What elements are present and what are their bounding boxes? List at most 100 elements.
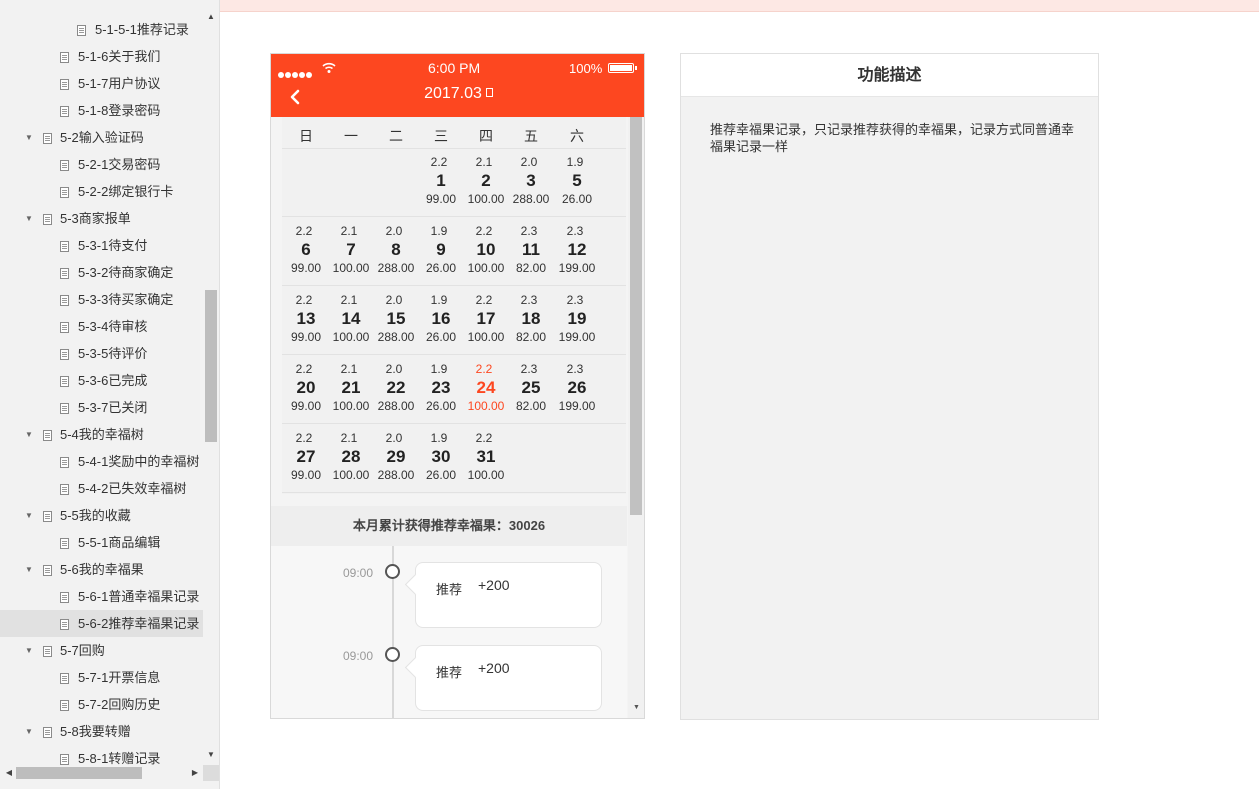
calendar-day[interactable]: 2.1 28 100.00 [328, 431, 374, 483]
calendar-day[interactable]: 2.3 18 82.00 [508, 293, 554, 345]
sidebar-item[interactable]: 5-1-6关于我们 [0, 43, 203, 70]
calendar-day[interactable]: 2.2 27 99.00 [283, 431, 329, 483]
sidebar-item[interactable]: 5-3-2待商家确定 [0, 259, 203, 286]
day-rate: 1.9 [430, 362, 448, 376]
sidebar-vertical-scrollbar[interactable]: ▲ ▼ [203, 0, 219, 765]
day-rate: 1.9 [430, 431, 448, 445]
weekday-label: 一 [344, 128, 358, 144]
scroll-down-arrow-icon[interactable]: ▼ [203, 748, 219, 762]
calendar-day[interactable]: 2.0 3 288.00 [508, 155, 554, 207]
calendar-day[interactable]: 2.2 1 99.00 [418, 155, 464, 207]
expand-arrow-icon[interactable]: ▼ [24, 718, 34, 745]
sidebar-item[interactable]: 5-7-2回购历史 [0, 691, 203, 718]
sidebar-item[interactable]: 5-3-1待支付 [0, 232, 203, 259]
sidebar-item[interactable]: ▼ 5-6我的幸福果 [0, 556, 203, 583]
page-icon [43, 214, 52, 225]
sidebar-item[interactable]: 5-3-5待评价 [0, 340, 203, 367]
sidebar-item[interactable]: 5-4-1奖励中的幸福树 [0, 448, 203, 475]
record-value: +200 [478, 577, 510, 593]
calendar-day[interactable]: 1.9 5 26.00 [554, 155, 600, 207]
day-number: 13 [296, 309, 316, 328]
calendar-day[interactable]: 2.2 31 100.00 [463, 431, 509, 483]
sidebar-item[interactable]: ▼ 5-7回购 [0, 637, 203, 664]
sidebar-item[interactable]: 5-2-2绑定银行卡 [0, 178, 203, 205]
record-value: +200 [478, 660, 510, 676]
status-time: 6:00 PM [428, 60, 481, 76]
calendar-day[interactable]: 2.2 20 99.00 [283, 362, 329, 414]
hscrollbar-thumb[interactable] [16, 767, 142, 779]
sidebar-item[interactable]: 5-2-1交易密码 [0, 151, 203, 178]
calendar-day[interactable]: 2.3 12 199.00 [554, 224, 600, 276]
sidebar-item[interactable]: 5-1-8登录密码 [0, 97, 203, 124]
expand-arrow-icon[interactable]: ▼ [24, 502, 34, 529]
sidebar-item[interactable]: 5-5-1商品编辑 [0, 529, 203, 556]
sidebar-item[interactable]: ▼ 5-2输入验证码 [0, 124, 203, 151]
day-number: 21 [341, 378, 361, 397]
day-rate: 2.3 [520, 293, 538, 307]
sidebar-item[interactable]: ▼ 5-5我的收藏 [0, 502, 203, 529]
sidebar-item[interactable]: 5-3-6已完成 [0, 367, 203, 394]
day-rate: 2.0 [385, 293, 403, 307]
sidebar-item[interactable]: 5-6-2推荐幸福果记录 [0, 610, 203, 637]
sidebar-item[interactable]: 5-8-1转赠记录 [0, 745, 203, 765]
sidebar-item[interactable]: ▼ 5-4我的幸福树 [0, 421, 203, 448]
expand-arrow-icon[interactable]: ▼ [24, 421, 34, 448]
sidebar-item[interactable]: 5-7-1开票信息 [0, 664, 203, 691]
scroll-left-arrow-icon[interactable]: ◀ [2, 765, 16, 781]
calendar-day[interactable]: 2.0 8 288.00 [373, 224, 419, 276]
calendar-day-today[interactable]: 2.2 24 100.00 [463, 362, 509, 414]
calendar-day[interactable]: 2.2 10 100.00 [463, 224, 509, 276]
scroll-up-arrow-icon[interactable]: ▲ [203, 10, 219, 24]
record-card[interactable]: 推荐 +200 [415, 645, 602, 711]
record-card[interactable]: 推荐 +200 [415, 562, 602, 628]
calendar-day[interactable]: 1.9 16 26.00 [418, 293, 464, 345]
calendar-day[interactable]: 2.3 26 199.00 [554, 362, 600, 414]
calendar-day[interactable]: 2.1 14 100.00 [328, 293, 374, 345]
day-number: 12 [567, 240, 587, 259]
sidebar-item[interactable]: 5-3-7已关闭 [0, 394, 203, 421]
day-number: 23 [431, 378, 451, 397]
expand-arrow-icon[interactable]: ▼ [24, 556, 34, 583]
expand-arrow-icon[interactable]: ▼ [24, 205, 34, 232]
calendar-day[interactable]: 2.2 17 100.00 [463, 293, 509, 345]
expand-arrow-icon[interactable]: ▼ [24, 637, 34, 664]
calendar-day[interactable]: 2.3 11 82.00 [508, 224, 554, 276]
sidebar-item[interactable]: 5-3-3待买家确定 [0, 286, 203, 313]
sidebar-item[interactable]: 5-1-7用户协议 [0, 70, 203, 97]
sidebar-item[interactable]: 5-3-4待审核 [0, 313, 203, 340]
calendar-day[interactable]: 2.1 2 100.00 [463, 155, 509, 207]
day-amount: 100.00 [332, 330, 370, 344]
calendar-day[interactable]: 2.3 25 82.00 [508, 362, 554, 414]
calendar-day[interactable]: 2.0 29 288.00 [373, 431, 419, 483]
phone-scroll-down-icon[interactable]: ▼ [628, 701, 644, 715]
sidebar-item[interactable]: 5-4-2已失效幸福树 [0, 475, 203, 502]
sidebar-item[interactable]: 5-6-1普通幸福果记录 [0, 583, 203, 610]
calendar-day[interactable]: 2.0 22 288.00 [373, 362, 419, 414]
day-amount: 288.00 [512, 192, 550, 206]
calendar: 日一二三四五六 2.2 1 99.00 2.1 2 100.00 2.0 3 288.00 1.9 5… [282, 117, 626, 494]
sidebar-item[interactable]: ▼ 5-3商家报单 [0, 205, 203, 232]
sidebar-item[interactable]: ▼ 5-8我要转赠 [0, 718, 203, 745]
calendar-day[interactable]: 2.3 19 199.00 [554, 293, 600, 345]
top-notice-bar [220, 0, 1259, 12]
expand-arrow-icon[interactable]: ▼ [24, 124, 34, 151]
sidebar-item-label: 5-3-2待商家确定 [78, 265, 174, 280]
description-title: 功能描述 [681, 54, 1098, 97]
scroll-right-arrow-icon[interactable]: ▶ [188, 765, 202, 781]
calendar-day[interactable]: 2.2 6 99.00 [283, 224, 329, 276]
phone-scrollbar[interactable]: ▼ [628, 117, 644, 718]
sidebar-horizontal-scrollbar[interactable]: ◀ ▶ [0, 765, 203, 781]
calendar-day[interactable]: 2.1 7 100.00 [328, 224, 374, 276]
calendar-day[interactable]: 2.2 13 99.00 [283, 293, 329, 345]
calendar-day[interactable]: 2.0 15 288.00 [373, 293, 419, 345]
sidebar-item[interactable]: 5-1-5-1推荐记录 [0, 16, 203, 43]
calendar-day[interactable]: 1.9 23 26.00 [418, 362, 464, 414]
phone-scrollbar-thumb[interactable] [630, 117, 642, 515]
calendar-day[interactable]: 1.9 9 26.00 [418, 224, 464, 276]
calendar-day[interactable]: 2.1 21 100.00 [328, 362, 374, 414]
calendar-day[interactable]: 1.9 30 26.00 [418, 431, 464, 483]
day-amount: 199.00 [558, 330, 596, 344]
month-title[interactable]: 2017.03 [271, 85, 644, 103]
scrollbar-thumb[interactable] [205, 290, 217, 442]
sidebar-item-label: 5-3-4待审核 [78, 319, 148, 334]
